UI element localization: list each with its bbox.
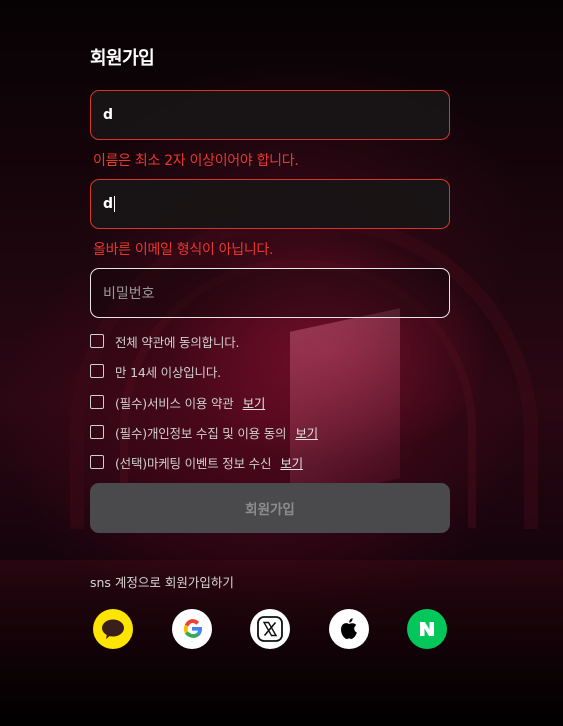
checkbox[interactable]: [90, 395, 104, 409]
x-login-button[interactable]: [250, 609, 290, 649]
email-field-value: d: [103, 196, 114, 212]
text-caret: [114, 196, 116, 212]
google-login-button[interactable]: [172, 609, 212, 649]
x-icon: [257, 616, 283, 642]
apple-icon: [341, 618, 357, 639]
apple-login-button[interactable]: [329, 609, 369, 649]
checkbox[interactable]: [90, 334, 104, 348]
privacy-view-link[interactable]: 보기: [295, 423, 318, 442]
sns-signup-title: sns 계정으로 회원가입하기: [90, 575, 234, 590]
checkbox[interactable]: [90, 455, 104, 469]
checkbox[interactable]: [90, 425, 104, 439]
marketing-view-link[interactable]: 보기: [280, 453, 303, 472]
naver-login-button[interactable]: [407, 609, 447, 649]
kakao-icon: [102, 619, 124, 639]
agreement-privacy[interactable]: (필수)개인정보 수집 및 이용 동의 보기: [90, 423, 318, 441]
name-error-message: 이름은 최소 2자 이상이어야 합니다.: [93, 153, 299, 169]
password-placeholder: 비밀번호: [103, 286, 155, 302]
agreement-terms[interactable]: (필수)서비스 이용 약관 보기: [90, 393, 265, 411]
name-field-value: d: [103, 107, 114, 123]
terms-view-link[interactable]: 보기: [243, 393, 266, 412]
signup-form: 회원가입 d 이름은 최소 2자 이상이어야 합니다. d 올바른 이메일 형식…: [0, 0, 563, 726]
email-field[interactable]: d: [90, 179, 450, 229]
agreement-label: 전체 약관에 동의합니다.: [115, 334, 240, 350]
agreement-label: (선택)마케팅 이벤트 정보 수신: [115, 455, 272, 471]
email-error-message: 올바른 이메일 형식이 아닙니다.: [93, 242, 274, 258]
agreement-label: (필수)서비스 이용 약관: [115, 395, 234, 411]
agreement-age[interactable]: 만 14세 이상입니다.: [90, 362, 221, 380]
kakao-login-button[interactable]: [93, 609, 133, 649]
signup-submit-button[interactable]: 회원가입: [90, 483, 450, 533]
password-field[interactable]: 비밀번호: [90, 268, 450, 318]
page-title: 회원가입: [90, 48, 155, 69]
agreement-all[interactable]: 전체 약관에 동의합니다.: [90, 332, 240, 350]
name-field[interactable]: d: [90, 90, 450, 140]
checkbox[interactable]: [90, 364, 104, 378]
google-icon: [183, 618, 202, 638]
agreement-label: (필수)개인정보 수집 및 이용 동의: [115, 425, 287, 441]
naver-icon: [420, 622, 434, 636]
agreement-label: 만 14세 이상입니다.: [115, 364, 221, 380]
agreement-marketing[interactable]: (선택)마케팅 이벤트 정보 수신 보기: [90, 453, 303, 471]
